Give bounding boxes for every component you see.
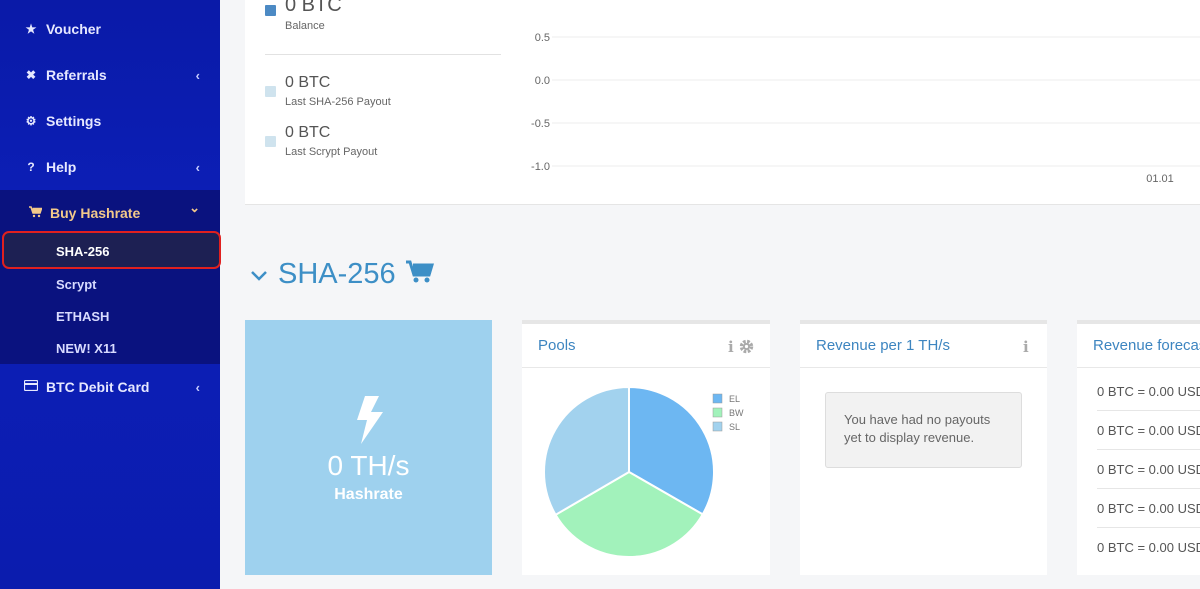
info-icon[interactable]: i	[1023, 338, 1029, 356]
info-icon[interactable]: i	[728, 338, 734, 356]
forecast-row: 0 BTC = 0.00 USD	[1097, 462, 1200, 477]
sidebar-item-referrals[interactable]: ✖ Referrals ‹	[0, 52, 220, 98]
sidebar-item-label: BTC Debit Card	[46, 379, 150, 395]
chevron-left-icon: ‹	[195, 67, 200, 83]
chevron-left-icon: ‹	[195, 159, 200, 175]
chevron-down-icon: ⌄	[189, 200, 200, 215]
forecast-row: 0 BTC = 0.00 USD	[1097, 540, 1200, 555]
legend-swatch	[712, 393, 723, 404]
card-header: Revenue per 1 TH/s i	[800, 324, 1047, 368]
star-icon: ★	[25, 22, 37, 36]
sidebar-item-label: Referrals	[46, 67, 107, 83]
legend-swatch	[712, 407, 723, 418]
sidebar-item-help[interactable]: ? Help ‹	[0, 144, 220, 190]
scrypt-payout-label: Last Scrypt Payout	[285, 146, 378, 158]
legend-swatch	[712, 421, 723, 432]
sha-payout-label: Last SHA-256 Payout	[285, 96, 391, 108]
gears-icon: ⚙	[25, 114, 37, 128]
sidebar-item-label: Help	[46, 159, 77, 175]
arrows-icon: ✖	[25, 68, 37, 82]
legend-label: BW	[729, 408, 744, 418]
balance-panel: 0 BTC Balance 0 BTC Last SHA-256 Payout …	[245, 0, 1200, 205]
hashrate-label: Hashrate	[334, 486, 403, 503]
balance-label: Balance	[285, 20, 325, 32]
pools-card: Pools i EL BW SL	[522, 320, 770, 575]
divider	[1097, 488, 1200, 489]
balance-value: 0 BTC	[285, 0, 342, 16]
x-tick-label: 01.01	[1146, 173, 1174, 185]
cart-icon[interactable]	[405, 260, 434, 289]
forecast-row: 0 BTC = 0.00 USD	[1097, 423, 1200, 438]
revenue-card: Revenue per 1 TH/s i You have had no pay…	[800, 320, 1047, 575]
sha-payout-value: 0 BTC	[285, 74, 331, 91]
sidebar-item-settings[interactable]: ⚙ Settings	[0, 98, 220, 144]
divider	[1097, 449, 1200, 450]
submenu-item-ethash[interactable]: ETHASH	[56, 309, 109, 324]
y-tick-label: 0.5	[535, 32, 550, 44]
hashrate-card: 0 TH/s Hashrate	[245, 320, 492, 575]
sha-payout-swatch	[265, 86, 276, 97]
section-title: SHA-256	[278, 258, 396, 290]
cart-icon	[28, 205, 43, 221]
no-payouts-notice: You have had no payouts yet to display r…	[825, 392, 1022, 468]
sidebar-item-voucher[interactable]: ★ Voucher	[0, 6, 220, 52]
y-tick-label: 0.0	[535, 75, 550, 87]
sidebar-item-label: Buy Hashrate	[50, 205, 141, 221]
credit-card-icon	[23, 379, 39, 394]
sidebar: ★ Voucher ✖ Referrals ‹ ⚙ Settings ? Hel…	[0, 0, 221, 589]
sidebar-item-label: Settings	[46, 113, 102, 129]
section-header[interactable]: SHA-256	[250, 258, 434, 291]
divider	[265, 54, 501, 55]
hashrate-value: 0 TH/s	[327, 450, 410, 481]
submenu-item-x11[interactable]: NEW! X11	[56, 341, 117, 356]
lightning-icon	[349, 394, 389, 451]
divider	[1097, 527, 1200, 528]
forecast-row: 0 BTC = 0.00 USD	[1097, 501, 1200, 516]
card-header: Revenue forecast	[1077, 324, 1200, 368]
submenu-item-label: SHA-256	[56, 244, 110, 259]
sidebar-item-buy-hashrate[interactable]: Buy Hashrate ⌄	[0, 190, 220, 236]
question-icon: ?	[27, 160, 35, 174]
legend-label: EL	[729, 394, 740, 404]
sidebar-item-label: Voucher	[46, 21, 101, 37]
chevron-left-icon: ‹	[195, 379, 200, 395]
forecast-row: 0 BTC = 0.00 USD	[1097, 384, 1200, 399]
y-tick-label: -0.5	[531, 118, 550, 130]
pools-title: Pools	[538, 337, 576, 354]
forecast-title: Revenue forecast	[1093, 337, 1200, 354]
submenu-item-sha-256[interactable]: SHA-256	[2, 231, 221, 269]
payout-chart: 0.5 0.0 -0.5 -1.0 01.01	[531, 32, 1200, 185]
divider	[1097, 410, 1200, 411]
card-header: Pools i	[522, 324, 770, 368]
sidebar-item-btc-debit-card[interactable]: BTC Debit Card ‹	[0, 364, 220, 410]
submenu-item-scrypt[interactable]: Scrypt	[56, 277, 96, 292]
balance-swatch	[265, 5, 276, 16]
legend-label: SL	[729, 422, 740, 432]
chevron-down-icon	[250, 262, 268, 288]
forecast-card: Revenue forecast 0 BTC = 0.00 USD 0 BTC …	[1077, 320, 1200, 575]
pools-pie-chart: EL BW SL	[543, 385, 744, 558]
y-tick-label: -1.0	[531, 161, 550, 173]
gear-icon[interactable]	[738, 338, 755, 360]
scrypt-payout-value: 0 BTC	[285, 124, 331, 141]
revenue-title: Revenue per 1 TH/s	[816, 337, 950, 354]
scrypt-payout-swatch	[265, 136, 276, 147]
